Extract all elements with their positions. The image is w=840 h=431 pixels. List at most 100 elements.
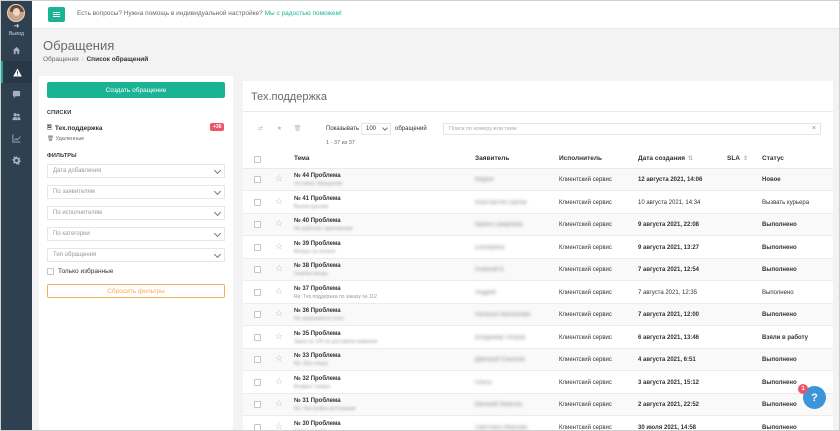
filter-type-select[interactable]: Тип обращения xyxy=(47,248,225,262)
sidebar-item-tickets[interactable] xyxy=(1,61,32,83)
ticket-applicant: Ольга xyxy=(475,379,492,386)
ticket-title[interactable]: № 33 Проблема xyxy=(294,353,341,359)
avatar[interactable] xyxy=(7,4,25,22)
list-item-support[interactable]: 🗎 Тех.поддержка xyxy=(47,123,102,133)
table-row[interactable]: ☆ № 44 Проблема тестовое обращение Мария Кли… xyxy=(243,169,833,191)
row-checkbox[interactable] xyxy=(254,176,261,183)
ticket-title[interactable]: № 31 Проблема xyxy=(294,398,341,404)
row-checkbox[interactable] xyxy=(254,378,261,386)
sidebar-item-settings[interactable] xyxy=(1,149,32,171)
ticket-status: Выполнено xyxy=(762,357,797,363)
favorite-star-icon[interactable]: ☆ xyxy=(275,354,283,363)
ticket-status: Взяли в работу xyxy=(762,334,808,341)
row-checkbox[interactable] xyxy=(254,221,261,228)
filter-applicant-select[interactable]: По заявителям xyxy=(47,185,225,199)
favorites-only-checkbox[interactable] xyxy=(47,268,54,275)
row-checkbox[interactable] xyxy=(254,198,261,206)
ticket-status: Новое xyxy=(762,177,781,183)
row-checkbox[interactable] xyxy=(254,266,261,273)
favorite-star-icon[interactable]: ☆ xyxy=(275,309,283,318)
ticket-applicant: Светлана Иванова xyxy=(475,424,528,431)
table-row[interactable]: ☆№ 30 ПроблемаСмена тарифаСветлана Ивано… xyxy=(243,417,833,431)
ticket-title[interactable]: № 35 Проблема xyxy=(294,331,341,337)
search-input[interactable]: Поиск по номеру или теме × xyxy=(443,123,821,135)
filter-date-select[interactable]: Дата добавления xyxy=(47,164,225,178)
table-row[interactable]: ☆ № 39 Проблема Вопрос по оплате Екатерина К… xyxy=(243,237,833,259)
column-subject[interactable]: Тема xyxy=(294,155,310,162)
ticket-title[interactable]: № 32 Проблема xyxy=(294,376,341,382)
ticket-executor: Клиентский сервис xyxy=(559,402,612,408)
column-executor[interactable]: Исполнитель xyxy=(559,155,602,162)
sidebar-item-reports[interactable] xyxy=(1,127,32,149)
favorite-star-icon[interactable]: ☆ xyxy=(275,219,283,228)
clear-search-icon[interactable]: × xyxy=(812,125,816,132)
favorites-only-row: Только избранные xyxy=(47,268,113,275)
row-checkbox[interactable] xyxy=(254,288,261,296)
ticket-title[interactable]: № 41 Проблема xyxy=(294,196,341,202)
panel-divider xyxy=(243,111,833,112)
row-checkbox[interactable] xyxy=(254,243,261,251)
table-row[interactable]: ☆ № 32 Проблема Возврат товара Ольга Клиентс… xyxy=(243,372,833,394)
ticket-subject: Re: Настройка интеграции xyxy=(294,406,356,412)
filter-executor-select[interactable]: По исполнителям xyxy=(47,206,225,220)
sidebar-item-users[interactable] xyxy=(1,105,32,127)
reset-filters-button[interactable]: Сбросить фильтры xyxy=(47,284,225,298)
table-row[interactable]: ☆ № 38 Проблема Ошибка входа Алексей К. Клие… xyxy=(243,259,833,281)
column-created[interactable]: Дата создания ⇅ xyxy=(638,155,693,162)
chat-icon xyxy=(12,90,21,98)
row-checkbox[interactable] xyxy=(254,401,261,408)
ticket-title[interactable]: № 38 Проблема xyxy=(294,263,341,269)
menu-toggle-button[interactable] xyxy=(48,7,65,22)
favorite-star-icon[interactable]: ☆ xyxy=(275,399,283,408)
table-row[interactable]: ☆ № 40 Проблема Не работает приложение Ирин… xyxy=(243,214,833,236)
favorite-button[interactable]: ★ xyxy=(274,123,285,134)
ticket-created-date: 9 августа 2021, 22:08 xyxy=(638,222,700,228)
table-row[interactable]: ☆ № 41 Проблема Вызов курьера Константин Ор… xyxy=(243,192,833,214)
table-row[interactable]: ☆ № 37 Проблема Re: Тех.поддержка по заказ… xyxy=(243,282,833,304)
breadcrumb-root[interactable]: Обращения xyxy=(43,56,79,63)
delete-button[interactable]: 🗑 xyxy=(292,123,303,134)
sidebar-item-home[interactable] xyxy=(1,39,32,61)
filter-category-select[interactable]: По категории xyxy=(47,227,225,241)
column-sla[interactable]: SLA ⇕ xyxy=(727,155,748,162)
merge-button[interactable]: ⇄ xyxy=(255,123,266,134)
favorite-star-icon[interactable]: ☆ xyxy=(275,174,283,183)
favorite-star-icon[interactable]: ☆ xyxy=(275,286,283,296)
row-checkbox[interactable] xyxy=(254,356,261,363)
column-applicant[interactable]: Заявитель xyxy=(475,155,509,162)
favorite-star-icon[interactable]: ☆ xyxy=(275,331,283,341)
list-item-deleted[interactable]: 🗑 Удаленные xyxy=(47,136,84,142)
row-checkbox[interactable] xyxy=(254,333,261,341)
favorite-star-icon[interactable]: ☆ xyxy=(275,421,283,430)
favorite-star-icon[interactable]: ☆ xyxy=(275,376,283,386)
chart-icon xyxy=(12,133,21,143)
ticket-title[interactable]: № 39 Проблема xyxy=(294,241,341,247)
table-row[interactable]: ☆ № 33 Проблема Re: (без темы) Дмитрий Соко… xyxy=(243,349,833,371)
sidebar-item-chat[interactable] xyxy=(1,83,32,105)
ticket-title[interactable]: № 30 Проблема xyxy=(294,421,341,427)
column-status[interactable]: Статус xyxy=(762,155,784,162)
row-checkbox[interactable] xyxy=(254,423,261,430)
ticket-status: Выполнено xyxy=(762,267,797,273)
table-row[interactable]: ☆ № 36 Проблема Не загружается отчет Наталь… xyxy=(243,304,833,326)
ticket-title[interactable]: № 40 Проблема xyxy=(294,218,341,224)
favorite-star-icon[interactable]: ☆ xyxy=(275,196,283,206)
table-row[interactable]: ☆ № 31 Проблема Re: Настройка интеграции Ев… xyxy=(243,394,833,416)
row-checkbox[interactable] xyxy=(254,311,261,318)
ticket-title[interactable]: № 36 Проблема xyxy=(294,308,341,314)
new-count-badge: +36 xyxy=(210,123,225,131)
table-row[interactable]: ☆ № 35 Проблема Заказ № 105 не доставлен в… xyxy=(243,327,833,349)
ticket-subject: тестовое обращение xyxy=(294,181,343,187)
create-ticket-button[interactable]: Создать обращение xyxy=(47,82,225,98)
ticket-title[interactable]: № 37 Проблема xyxy=(294,286,341,292)
per-page-select[interactable]: 100 xyxy=(361,123,391,135)
logout-button[interactable]: ➜ Выход xyxy=(1,23,32,37)
ticket-title[interactable]: № 44 Проблема xyxy=(294,173,341,179)
help-link[interactable]: Мы с радостью поможем! xyxy=(265,10,342,17)
select-all-checkbox[interactable] xyxy=(254,156,261,163)
favorite-star-icon[interactable]: ☆ xyxy=(275,241,283,251)
ticket-status: Вызвать курьера xyxy=(762,199,810,206)
ticket-executor: Клиентский сервис xyxy=(559,244,612,251)
ticket-status: Выполнено xyxy=(762,424,797,431)
favorite-star-icon[interactable]: ☆ xyxy=(275,264,283,273)
